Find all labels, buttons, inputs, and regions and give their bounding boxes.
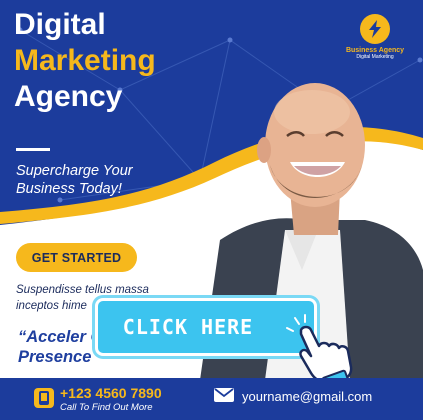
headline-divider — [16, 148, 50, 151]
email-address[interactable]: yourname@gmail.com — [242, 389, 372, 404]
click-here-overlay[interactable]: CLICK HERE — [95, 298, 357, 386]
headline-line-3: Agency — [14, 80, 123, 113]
phone-caption: Call To Find Out More — [60, 402, 153, 413]
logo-name: Business Agency — [345, 47, 405, 54]
phone-number[interactable]: +123 4560 7890 — [60, 385, 162, 401]
headline-line-2: Marketing — [14, 44, 156, 77]
marketing-banner: Digital Marketing Agency Supercharge You… — [0, 0, 423, 420]
logo-subtitle: Digital Marketing — [356, 54, 394, 60]
pointing-hand-cursor-icon — [286, 314, 353, 386]
headline-line-1: Digital — [14, 8, 106, 41]
get-started-button[interactable]: GET STARTED — [16, 243, 137, 272]
business-agency-logo: Business Agency Digital Marketing — [335, 14, 415, 60]
phone-icon — [34, 388, 54, 408]
headline: Digital Marketing Agency — [14, 10, 234, 112]
mail-icon — [214, 388, 234, 402]
click-here-label: CLICK HERE — [122, 315, 254, 339]
lightning-bolt-icon — [360, 14, 390, 44]
tagline: Supercharge Your Business Today! — [16, 163, 133, 198]
